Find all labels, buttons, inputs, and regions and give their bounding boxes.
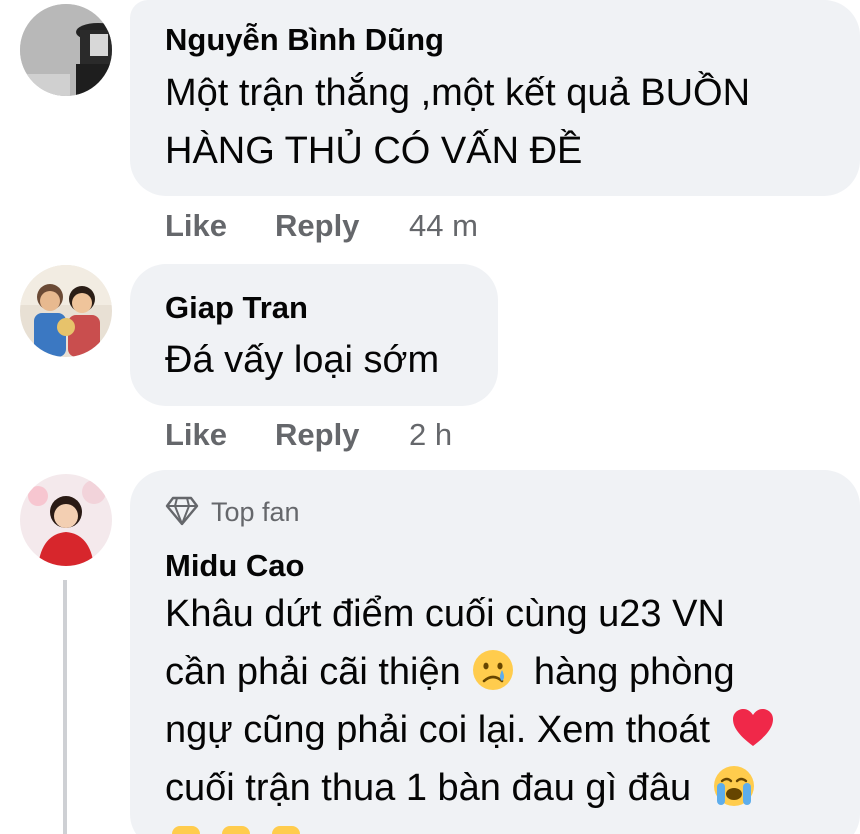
like-button[interactable]: Like <box>165 208 227 244</box>
comment-text-fragment: cuối trận thua 1 bàn đau gì đâu <box>165 767 692 809</box>
loudly-crying-emoji <box>712 764 756 808</box>
partial-emoji-row <box>172 826 312 834</box>
comment-line: Một trận thắng ,một kết quả BUỒN <box>165 72 751 114</box>
comment-actions: Like Reply 44 m <box>165 208 565 248</box>
comment-line: HÀNG THỦ CÓ VẤN ĐỀ <box>165 130 583 172</box>
avatar-nguyen-binh-dung[interactable] <box>20 4 112 96</box>
avatar-giap-tran[interactable] <box>20 265 112 357</box>
comment-author[interactable]: Giap Tran <box>165 290 308 326</box>
top-fan-label: Top fan <box>211 497 300 527</box>
avatar-image <box>20 265 112 357</box>
reply-thread-line <box>63 580 67 834</box>
comment-line: ngự cũng phải coi lại. Xem thoát <box>165 701 775 759</box>
comment-text-fragment: cần phải cãi thiện <box>165 651 461 693</box>
comment-text-fragment: ngự cũng phải coi lại. Xem thoát <box>165 709 711 751</box>
comment-text: Đá vấy loại sớm <box>165 331 439 389</box>
comment-text-fragment: hàng phòng <box>533 651 735 693</box>
diamond-icon <box>165 496 199 526</box>
red-heart-emoji <box>731 706 775 750</box>
reply-button[interactable]: Reply <box>275 208 359 244</box>
comment-author[interactable]: Midu Cao <box>165 548 305 584</box>
comment-text: Khâu dứt điểm cuối cùng u23 VN cần phải … <box>165 585 775 817</box>
comment-line: Khâu dứt điểm cuối cùng u23 VN <box>165 593 725 635</box>
avatar-midu-cao[interactable] <box>20 474 112 566</box>
comment-line: cần phải cãi thiện hàng phòng <box>165 643 775 701</box>
like-button[interactable]: Like <box>165 417 227 453</box>
top-fan-badge: Top fan <box>165 496 365 531</box>
comment-timestamp[interactable]: 2 h <box>409 417 452 453</box>
reply-button[interactable]: Reply <box>275 417 359 453</box>
comment-actions: Like Reply 2 h <box>165 417 565 457</box>
comment-line: cuối trận thua 1 bàn đau gì đâu <box>165 759 775 817</box>
avatar-image <box>20 474 112 566</box>
comment-line: Đá vấy loại sớm <box>165 339 440 381</box>
comment-text: Một trận thắng ,một kết quả BUỒN HÀNG TH… <box>165 64 750 180</box>
comment-timestamp[interactable]: 44 m <box>409 208 478 244</box>
avatar-image <box>20 4 112 96</box>
comment-author[interactable]: Nguyễn Bình Dũng <box>165 22 444 58</box>
comments-page: Nguyễn Bình Dũng Một trận thắng ,một kết… <box>0 0 860 834</box>
sad-tear-emoji <box>471 648 515 692</box>
